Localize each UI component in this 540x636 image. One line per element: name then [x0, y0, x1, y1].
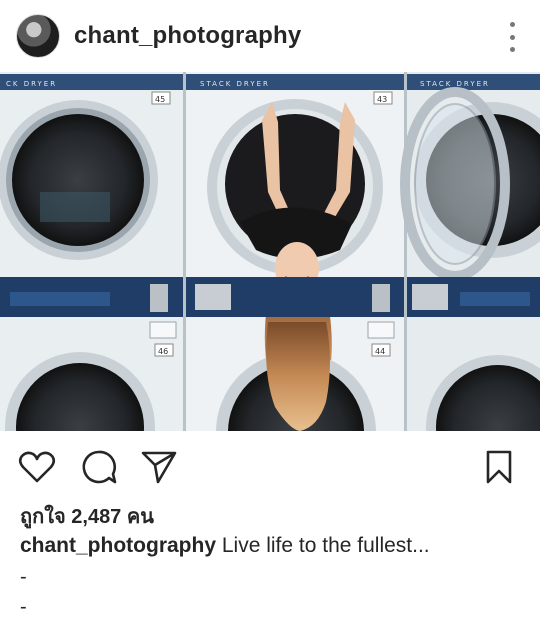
- like-count[interactable]: ถูกใจ 2,487 คน: [20, 500, 154, 532]
- caption-text: Live life to the fullest...: [216, 534, 430, 557]
- post-username[interactable]: chant_photography: [74, 22, 301, 50]
- machine-number: 45: [155, 95, 165, 104]
- dryer-label-left: CK DRYER: [6, 80, 57, 88]
- machine-number: 46: [158, 347, 168, 356]
- post-photo[interactable]: CK DRYER STACK DRYER STACK DRYER 45 43 4…: [0, 72, 540, 431]
- paper-plane-icon[interactable]: [140, 448, 178, 486]
- post-caption: chant_photography Live life to the fulle…: [20, 534, 530, 558]
- caption-username[interactable]: chant_photography: [20, 534, 216, 557]
- dryer-label-right: STACK DRYER: [420, 80, 490, 88]
- post-actions: [0, 440, 540, 492]
- post-header: chant_photography: [0, 0, 540, 72]
- machine-number: 44: [375, 347, 385, 356]
- caption-line: -: [20, 596, 27, 618]
- speech-bubble-icon[interactable]: [80, 448, 118, 486]
- heart-outline-icon[interactable]: [18, 448, 56, 486]
- more-options-icon[interactable]: [506, 22, 518, 52]
- dryer-label-mid: STACK DRYER: [200, 80, 270, 88]
- avatar[interactable]: [16, 14, 60, 58]
- machine-number: 43: [377, 95, 387, 104]
- bookmark-outline-icon[interactable]: [480, 448, 518, 486]
- caption-line: -: [20, 566, 27, 588]
